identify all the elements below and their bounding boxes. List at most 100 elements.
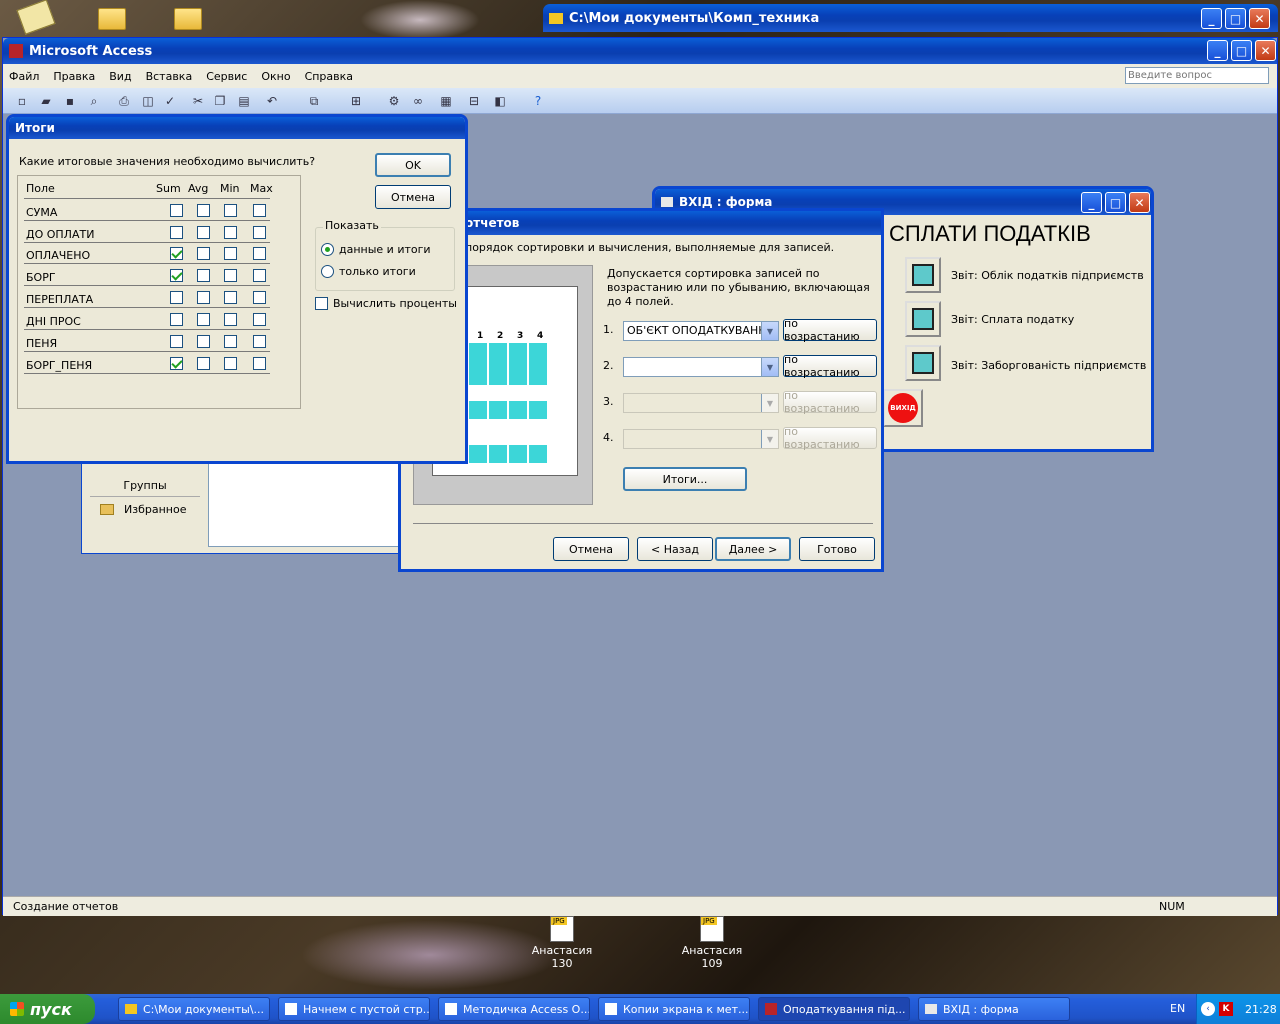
task-word-2[interactable]: Методичка Access О...: [438, 997, 590, 1021]
cancel-button[interactable]: Отмена: [375, 185, 451, 209]
sum-checkbox[interactable]: [170, 269, 183, 282]
report-button-1[interactable]: [905, 257, 941, 293]
sort-field-1[interactable]: ОБ'ЄКТ ОПОДАТКУВАННЯ ▼: [623, 321, 779, 341]
show-option-label[interactable]: данные и итоги: [339, 243, 431, 256]
db-groups-header[interactable]: Группы: [90, 479, 200, 497]
help-icon[interactable]: ?: [529, 92, 547, 110]
desktop-icon-anastasia-130[interactable]: JPG Анастасия 130: [530, 916, 594, 976]
avg-checkbox[interactable]: [197, 269, 210, 282]
sum-checkbox[interactable]: [170, 313, 183, 326]
language-indicator[interactable]: EN: [1170, 1002, 1185, 1015]
new-object-icon[interactable]: ◧: [491, 92, 509, 110]
min-checkbox[interactable]: [224, 269, 237, 282]
access-titlebar[interactable]: Microsoft Access: [3, 38, 1277, 64]
code-icon[interactable]: ⚙: [385, 92, 403, 110]
properties-icon[interactable]: ▦: [437, 92, 455, 110]
folder-icon[interactable]: [174, 8, 202, 30]
menu-view[interactable]: Вид: [109, 70, 131, 83]
task-explorer[interactable]: C:\Мои документы\...: [118, 997, 270, 1021]
max-checkbox[interactable]: [253, 247, 266, 260]
paste-icon[interactable]: ▤: [235, 92, 253, 110]
minimize-button[interactable]: _: [1201, 8, 1222, 29]
open-icon[interactable]: ▰: [37, 92, 55, 110]
sum-checkbox[interactable]: [170, 357, 183, 370]
finish-button[interactable]: Готово: [799, 537, 875, 561]
next-button[interactable]: Далее >: [715, 537, 791, 561]
calculate-percent-label[interactable]: Вычислить проценты: [333, 297, 457, 310]
clock[interactable]: 21:28: [1245, 1003, 1277, 1016]
start-button[interactable]: пуск: [0, 994, 95, 1024]
min-checkbox[interactable]: [224, 335, 237, 348]
db-object-list[interactable]: [208, 461, 404, 547]
sum-checkbox[interactable]: [170, 226, 183, 239]
save-icon[interactable]: ▪: [61, 92, 79, 110]
minimize-button[interactable]: _: [1207, 40, 1228, 61]
report-button-2[interactable]: [905, 301, 941, 337]
show-data-and-totals-radio[interactable]: [321, 243, 334, 256]
avg-checkbox[interactable]: [197, 226, 210, 239]
menu-tools[interactable]: Сервис: [206, 70, 247, 83]
min-checkbox[interactable]: [224, 247, 237, 260]
min-checkbox[interactable]: [224, 291, 237, 304]
maximize-button[interactable]: □: [1105, 192, 1126, 213]
preview-icon[interactable]: ◫: [139, 92, 157, 110]
sum-checkbox[interactable]: [170, 291, 183, 304]
desktop-icon-anastasia-109[interactable]: JPG Анастасия 109: [680, 916, 744, 976]
avg-checkbox[interactable]: [197, 247, 210, 260]
max-checkbox[interactable]: [253, 269, 266, 282]
max-checkbox[interactable]: [253, 335, 266, 348]
explorer-window[interactable]: C:\Мои документы\Комп_техника _ □ ✕: [543, 4, 1278, 34]
chevron-down-icon[interactable]: ▼: [761, 322, 778, 340]
wizard-titlebar[interactable]: отчетов: [401, 211, 881, 235]
show-option-label[interactable]: только итоги: [339, 265, 416, 278]
menu-edit[interactable]: Правка: [53, 70, 95, 83]
task-form[interactable]: ВХІД : форма: [918, 997, 1070, 1021]
totals-titlebar[interactable]: Итоги: [9, 117, 465, 139]
envelope-icon[interactable]: [16, 0, 56, 35]
cancel-button[interactable]: Отмена: [553, 537, 629, 561]
menu-window[interactable]: Окно: [261, 70, 290, 83]
sum-checkbox[interactable]: [170, 247, 183, 260]
max-checkbox[interactable]: [253, 204, 266, 217]
folder-icon[interactable]: [98, 8, 126, 30]
min-checkbox[interactable]: [224, 313, 237, 326]
help-question-input[interactable]: [1125, 67, 1269, 84]
antivirus-icon[interactable]: K: [1219, 1002, 1233, 1016]
sort-order-button-1[interactable]: по возрастанию: [783, 317, 877, 343]
avg-checkbox[interactable]: [197, 313, 210, 326]
task-access[interactable]: Оподаткування під...: [758, 997, 910, 1021]
menu-insert[interactable]: Вставка: [146, 70, 193, 83]
menu-file[interactable]: Файл: [9, 70, 39, 83]
avg-checkbox[interactable]: [197, 335, 210, 348]
chevron-down-icon[interactable]: ▼: [761, 358, 778, 376]
db-favorites-item[interactable]: Избранное: [100, 503, 186, 516]
calculate-percent-checkbox[interactable]: [315, 297, 328, 310]
avg-checkbox[interactable]: [197, 204, 210, 217]
ok-button[interactable]: OK: [375, 153, 451, 177]
max-checkbox[interactable]: [253, 313, 266, 326]
exit-button[interactable]: ВИХІД: [883, 389, 923, 427]
spelling-icon[interactable]: ✓: [161, 92, 179, 110]
max-checkbox[interactable]: [253, 357, 266, 370]
close-button[interactable]: ✕: [1129, 192, 1150, 213]
show-totals-only-radio[interactable]: [321, 265, 334, 278]
max-checkbox[interactable]: [253, 226, 266, 239]
task-word-3[interactable]: Копии экрана к мет...: [598, 997, 750, 1021]
task-word-1[interactable]: Начнем с пустой стр...: [278, 997, 430, 1021]
close-button[interactable]: ✕: [1255, 40, 1276, 61]
search-icon[interactable]: ⌕: [85, 92, 103, 110]
print-icon[interactable]: ⎙: [115, 92, 133, 110]
office-links-icon[interactable]: ⧉: [305, 92, 323, 110]
analyze-icon[interactable]: ⊞: [347, 92, 365, 110]
min-checkbox[interactable]: [224, 226, 237, 239]
copy-icon[interactable]: ❐: [211, 92, 229, 110]
script-icon[interactable]: ∞: [409, 92, 427, 110]
max-checkbox[interactable]: [253, 291, 266, 304]
explorer-titlebar[interactable]: C:\Мои документы\Комп_техника: [543, 4, 1278, 32]
menu-help[interactable]: Справка: [305, 70, 353, 83]
sort-field-2[interactable]: ▼: [623, 357, 779, 377]
sum-checkbox[interactable]: [170, 204, 183, 217]
min-checkbox[interactable]: [224, 357, 237, 370]
maximize-button[interactable]: □: [1231, 40, 1252, 61]
back-button[interactable]: < Назад: [637, 537, 713, 561]
